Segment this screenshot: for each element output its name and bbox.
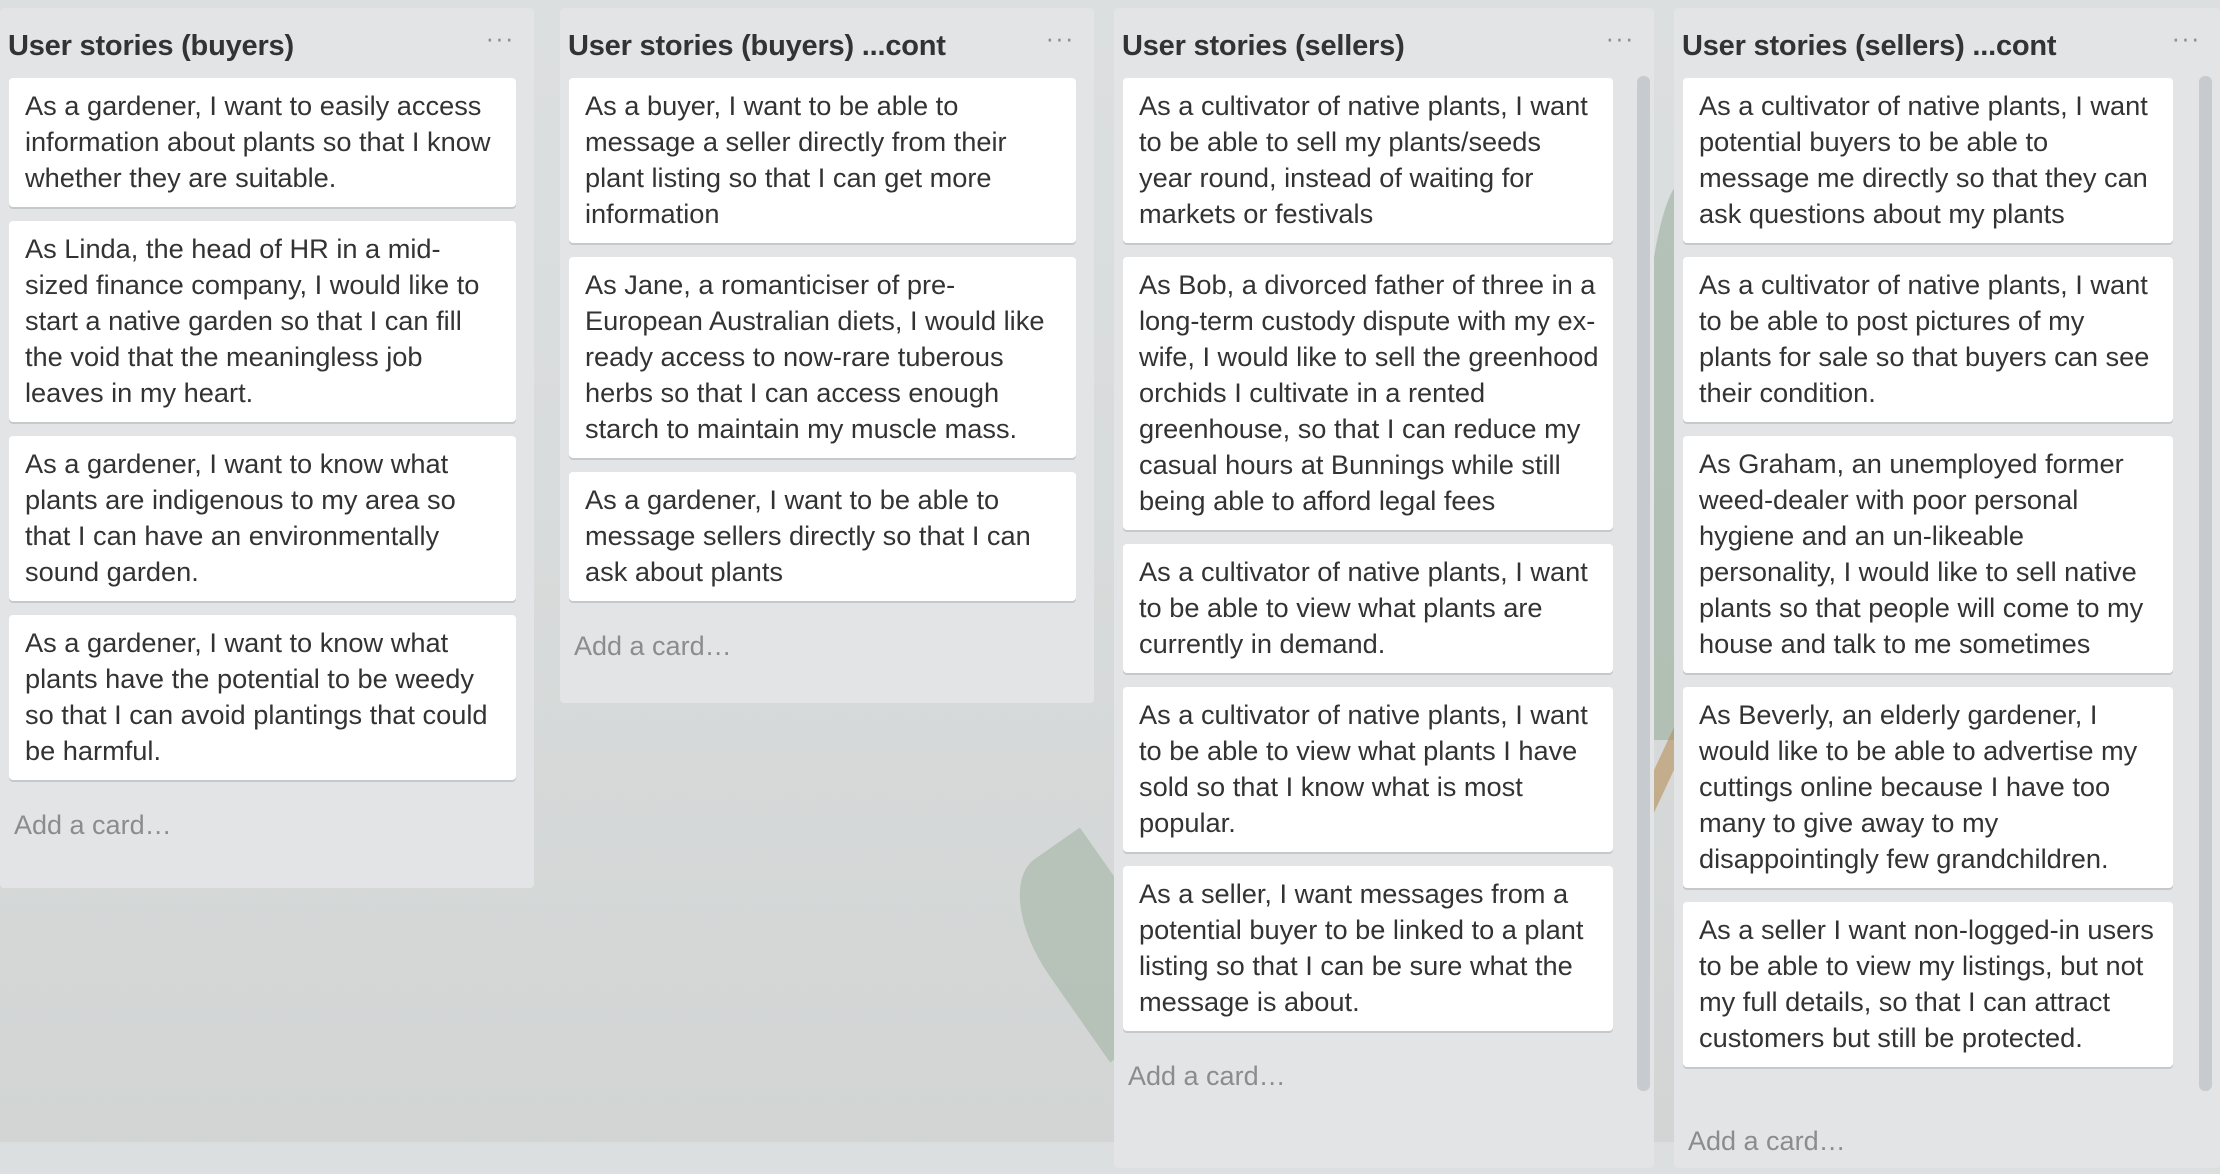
card[interactable]: As a gardener, I want to be able to mess… [569,472,1076,601]
list-menu-icon[interactable]: ··· [1602,25,1638,54]
card[interactable]: As a seller, I want messages from a pote… [1123,866,1613,1031]
list-user-stories-sellers-cont: User stories (sellers) ...cont ··· As a … [1674,8,2220,1168]
list-user-stories-buyers-cont: User stories (buyers) ...cont ··· As a b… [560,8,1094,703]
list-title[interactable]: User stories (sellers) ...cont [1682,30,2057,63]
add-card-button[interactable]: Add a card… [0,794,534,858]
card[interactable]: As a cultivator of native plants, I want… [1123,687,1613,852]
add-card-button[interactable]: Add a card… [1114,1045,1654,1109]
list-header: User stories (buyers) ...cont ··· [560,8,1094,78]
list-user-stories-sellers: User stories (sellers) ··· As a cultivat… [1114,8,1654,1168]
board: User stories (buyers) ··· As a gardener,… [0,0,2220,1168]
card[interactable]: As Bob, a divorced father of three in a … [1123,257,1613,530]
card[interactable]: As a gardener, I want to easily access i… [9,78,516,207]
card-list: As a cultivator of native plants, I want… [1114,78,1654,1031]
card-list: As a buyer, I want to be able to message… [560,78,1094,601]
card[interactable]: As Linda, the head of HR in a mid-sized … [9,221,516,422]
add-card-button[interactable]: Add a card… [1674,1110,2220,1174]
card-list: As a cultivator of native plants, I want… [1674,78,2220,1110]
list-title[interactable]: User stories (sellers) [1122,30,1405,63]
card[interactable]: As a cultivator of native plants, I want… [1123,78,1613,243]
card[interactable]: As Jane, a romanticiser of pre-European … [569,257,1076,458]
list-scrollbar[interactable] [2199,76,2212,1091]
list-title[interactable]: User stories (buyers) [8,30,294,63]
card[interactable]: As a seller I want non-logged-in users t… [1683,902,2173,1067]
list-menu-icon[interactable]: ··· [1042,25,1078,54]
card[interactable]: As a cultivator of native plants, I want… [1123,544,1613,673]
list-scrollbar[interactable] [1637,76,1650,1091]
list-menu-icon[interactable]: ··· [482,25,518,54]
card[interactable]: As a gardener, I want to know what plant… [9,615,516,780]
list-user-stories-buyers: User stories (buyers) ··· As a gardener,… [0,8,534,888]
list-title[interactable]: User stories (buyers) ...cont [568,30,946,63]
list-header: User stories (sellers) ··· [1114,8,1654,78]
card[interactable]: As a cultivator of native plants, I want… [1683,257,2173,422]
add-card-button[interactable]: Add a card… [560,615,1094,679]
card[interactable]: As a buyer, I want to be able to message… [569,78,1076,243]
card[interactable]: As a cultivator of native plants, I want… [1683,78,2173,243]
list-header: User stories (sellers) ...cont ··· [1674,8,2220,78]
list-header: User stories (buyers) ··· [0,8,534,78]
card-list: As a gardener, I want to easily access i… [0,78,534,780]
card[interactable]: As Beverly, an elderly gardener, I would… [1683,687,2173,888]
card[interactable]: As a gardener, I want to know what plant… [9,436,516,601]
card[interactable]: As Graham, an unemployed former weed-dea… [1683,436,2173,673]
list-menu-icon[interactable]: ··· [2168,25,2204,54]
